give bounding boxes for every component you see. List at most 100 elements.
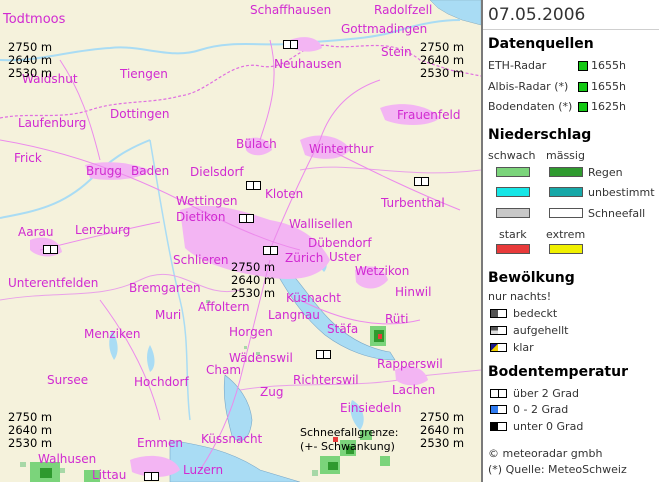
source-time: 1625h (591, 100, 626, 113)
altitude-block-sw: 2750 m 2640 m 2530 m (8, 411, 52, 450)
status-ok-icon (578, 102, 588, 112)
city-label: Radolfzell (374, 3, 433, 17)
city-label: Cham (206, 363, 242, 377)
status-ok-icon (578, 82, 588, 92)
city-label: Dielsdorf (190, 165, 244, 179)
altitude-block-ne: 2750 m 2640 m 2530 m (420, 41, 464, 80)
legend-undetermined: unbestimmt (588, 186, 655, 199)
altitude-value: 2530 m (420, 66, 465, 80)
city-label: Littau (92, 468, 127, 482)
ground-station-marker[interactable] (239, 214, 254, 223)
city-label: Dietikon (176, 210, 226, 224)
source-label: Albis-Radar (*) (488, 80, 569, 93)
legend-strong: stark (499, 228, 527, 241)
partly-clear-icon (490, 326, 507, 335)
sources-heading: Datenquellen (488, 36, 594, 52)
city-label: Küsnacht (286, 291, 341, 305)
legend-extreme: extrem (546, 228, 586, 241)
precip-heading: Niederschlag (488, 127, 592, 143)
city-label: Zürich (285, 251, 324, 265)
city-label: Lenzburg (75, 223, 131, 237)
radar-map: Todtmoos Schaffhausen Radolfzell Gottmad… (0, 0, 481, 482)
city-label: Hochdorf (134, 375, 189, 389)
city-label: Bülach (236, 137, 277, 151)
ground-temp-item: unter 0 Grad (513, 420, 584, 433)
altitude-value: 2530 m (8, 66, 53, 80)
snowline-note: (+- Schwankung) (300, 440, 395, 453)
city-label: Sursee (47, 373, 89, 387)
ground-station-marker[interactable] (43, 245, 58, 254)
city-label: Wetzikon (355, 264, 410, 278)
city-label: Tiengen (120, 67, 168, 81)
swatch-snow-weak (496, 208, 530, 218)
city-label: Wallisellen (289, 217, 353, 231)
overcast-icon (490, 309, 507, 318)
city-label: Schaffhausen (250, 3, 332, 17)
swatch-extreme (549, 244, 583, 254)
temp-0-2-icon (490, 405, 507, 414)
snowline-label: Schneefallgrenze: (300, 426, 399, 439)
clouds-item: klar (513, 341, 534, 354)
source-label: Bodendaten (*) (488, 100, 573, 113)
source-label: ETH-Radar (488, 59, 547, 72)
city-label: Brugg (86, 164, 123, 178)
swatch-rain-weak (496, 167, 530, 177)
swatch-strong (496, 244, 530, 254)
city-label: Dottingen (110, 107, 170, 121)
precip-col-weak: schwach (488, 149, 536, 162)
ground-station-marker[interactable] (144, 472, 159, 481)
city-label: Rapperswil (377, 357, 443, 371)
city-label: Langnau (268, 308, 320, 322)
city-label: Stein (381, 45, 412, 59)
city-label: Emmen (137, 436, 183, 450)
data-source-credit: (*) Quelle: MeteoSchweiz (488, 463, 627, 476)
clouds-item: aufgehellt (513, 324, 569, 337)
swatch-undet-medium (549, 187, 583, 197)
swatch-rain-medium (549, 167, 583, 177)
city-label: Zug (260, 385, 284, 399)
temp-above-2-icon (490, 389, 507, 398)
city-label: Menziken (84, 327, 141, 341)
ground-station-marker[interactable] (246, 181, 261, 190)
altitude-value: 2530 m (231, 286, 276, 300)
altitude-block-se: 2750 m 2640 m 2530 m (420, 411, 464, 450)
clouds-item: bedeckt (513, 307, 558, 320)
ground-station-marker[interactable] (414, 177, 429, 186)
ground-temp-item: über 2 Grad (513, 387, 580, 400)
legend-panel: 07.05.2006 Datenquellen ETH-Radar 1655h … (481, 0, 659, 482)
ground-temp-heading: Bodentemperatur (488, 364, 628, 380)
city-label: Kloten (265, 187, 304, 201)
clouds-heading: Bewölkung (488, 270, 575, 286)
city-label: Lachen (392, 383, 436, 397)
city-label: Bremgarten (129, 281, 201, 295)
swatch-undet-weak (496, 187, 530, 197)
temp-below-0-icon (490, 422, 507, 431)
city-label: Uster (329, 250, 362, 264)
clear-sky-icon (490, 343, 507, 352)
city-label: Laufenburg (18, 116, 87, 130)
ground-station-marker[interactable] (263, 246, 278, 255)
ground-station-marker[interactable] (283, 40, 298, 49)
city-label: Horgen (229, 325, 273, 339)
city-label: Wettingen (176, 194, 238, 208)
city-label: Winterthur (309, 142, 374, 156)
radar-map-window: Todtmoos Schaffhausen Radolfzell Gottmad… (0, 0, 659, 482)
city-label: Todtmoos (3, 12, 66, 27)
city-label: Schlieren (173, 253, 229, 267)
status-ok-icon (578, 61, 588, 71)
city-label: Gottmadingen (341, 22, 428, 36)
altitude-value: 2530 m (8, 436, 53, 450)
legend-rain: Regen (588, 166, 623, 179)
city-label: Hinwil (395, 285, 432, 299)
city-label: Luzern (183, 463, 224, 477)
altitude-block-nw: 2750 m 2640 m 2530 m (8, 41, 52, 80)
copyright: © meteoradar gmbh (488, 447, 603, 460)
ground-temp-item: 0 - 2 Grad (513, 403, 569, 416)
legend-snow: Schneefall (588, 207, 646, 220)
city-label: Baden (131, 164, 170, 178)
city-label: Affoltern (198, 300, 250, 314)
city-label: Neuhausen (274, 57, 342, 71)
city-label: Dübendorf (308, 236, 372, 250)
ground-station-marker[interactable] (316, 350, 331, 359)
altitude-value: 2530 m (420, 436, 465, 450)
